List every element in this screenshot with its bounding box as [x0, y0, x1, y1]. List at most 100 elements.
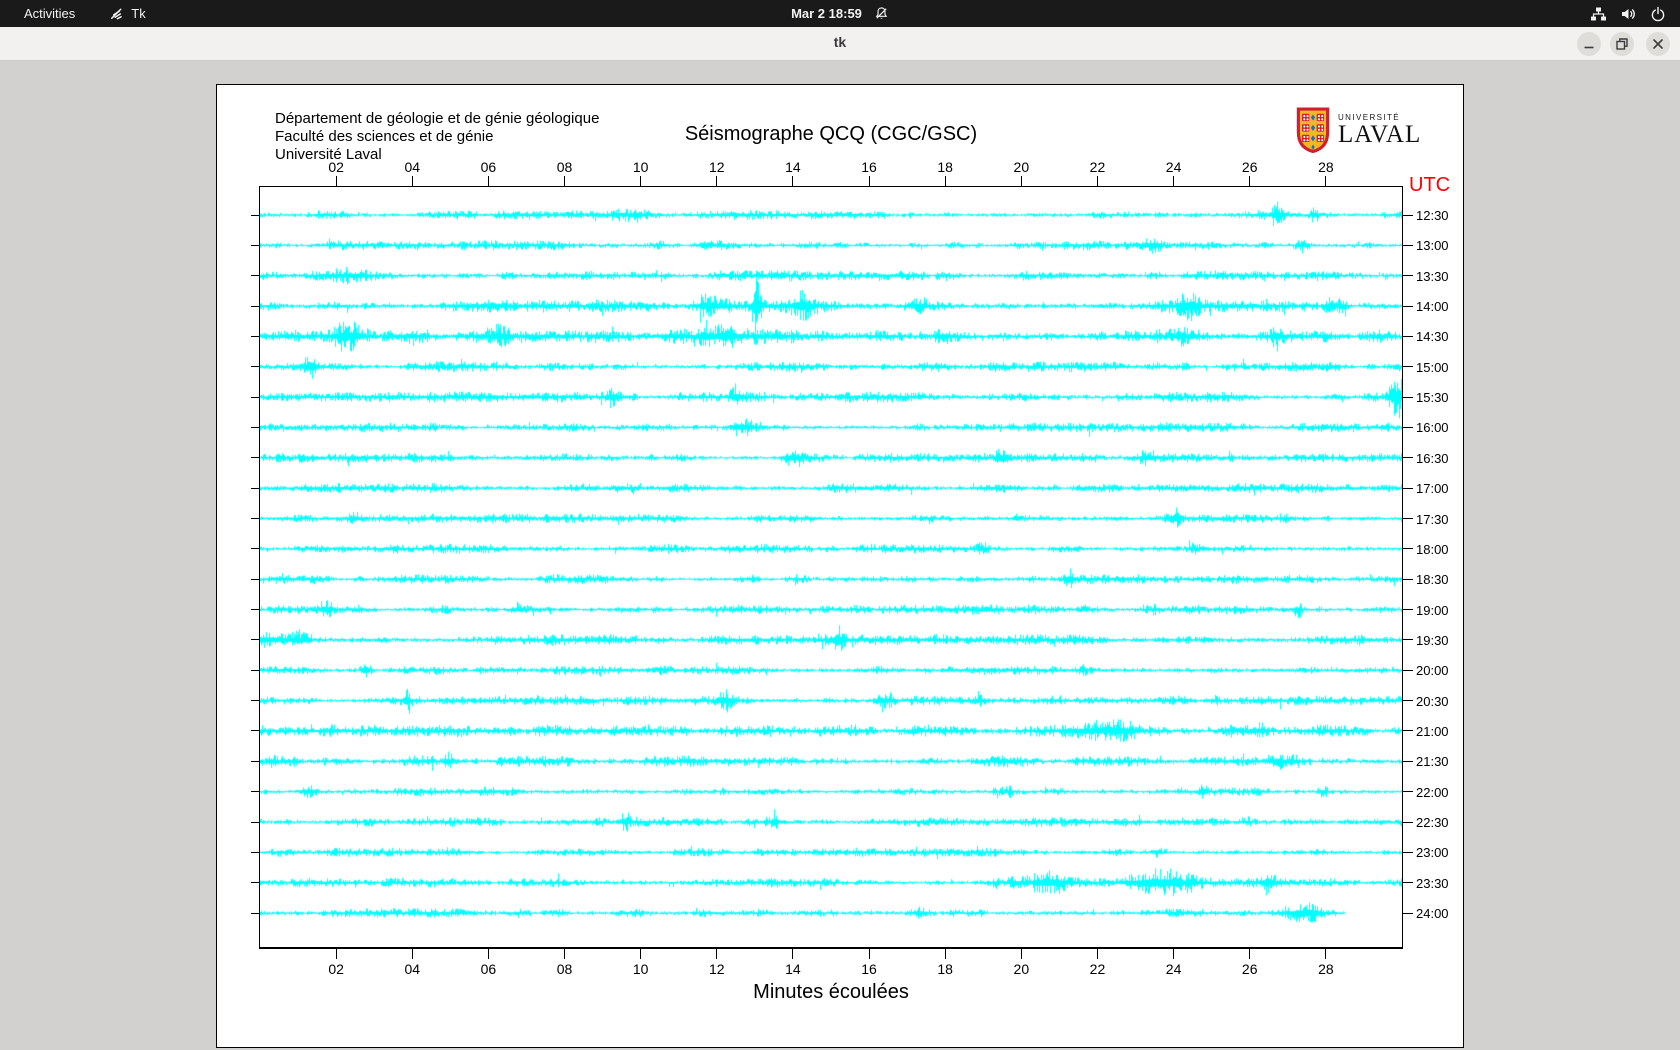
activities-button[interactable]: Activities [18, 4, 81, 23]
x-tick-bottom [640, 949, 642, 959]
x-tick-label-bottom: 20 [1013, 961, 1030, 977]
trace-right-tick [1403, 426, 1413, 428]
trace-right-tick [1403, 335, 1413, 337]
x-tick-bottom [1020, 949, 1022, 959]
x-tick-bottom [1096, 949, 1098, 959]
x-tick-label-top: 16 [861, 159, 877, 175]
x-tick-bottom [716, 949, 718, 959]
trace-left-tick [251, 335, 259, 337]
seismic-traces [260, 187, 1402, 947]
seismograph-canvas: Département de géologie et de génie géol… [216, 84, 1464, 1048]
utc-label: UTC [1409, 174, 1451, 196]
minimize-button[interactable] [1577, 32, 1601, 56]
trace-right-tick [1403, 578, 1413, 580]
trace-left-tick [251, 366, 259, 368]
time-label: 16:30 [1416, 450, 1449, 466]
time-label: 14:00 [1416, 299, 1449, 315]
trace-left-tick [251, 821, 259, 823]
trace-right-tick [1403, 882, 1413, 884]
x-tick-top [1096, 176, 1098, 186]
x-tick-label-top: 12 [709, 159, 725, 175]
x-tick-bottom [487, 949, 489, 959]
x-tick-top [640, 176, 642, 186]
system-status-area[interactable] [1590, 0, 1666, 27]
trace-right-tick [1403, 669, 1413, 671]
trace-right-tick [1403, 639, 1413, 641]
x-tick-label-bottom: 10 [632, 961, 649, 977]
time-label: 17:30 [1416, 511, 1449, 527]
x-tick-bottom [564, 949, 566, 959]
x-tick-label-bottom: 26 [1241, 961, 1258, 977]
plot-title: Séismographe QCQ (CGC/GSC) [684, 123, 978, 145]
x-tick-label-top: 02 [328, 159, 344, 175]
trace-left-tick [251, 851, 259, 853]
trace-right-tick [1403, 518, 1413, 519]
tk-app-label: Tk [131, 6, 146, 21]
time-label: 18:30 [1416, 572, 1449, 588]
x-tick-label-top: 24 [1165, 159, 1182, 175]
clock-menu[interactable]: Mar 2 18:59 [0, 0, 1680, 27]
laval-logo: UNIVERSITÉ LAVAL [1295, 107, 1421, 153]
x-tick-label-bottom: 04 [404, 961, 421, 977]
x-tick-bottom [335, 949, 337, 959]
x-tick-label-bottom: 24 [1165, 961, 1182, 977]
trace-left-tick [251, 669, 259, 671]
x-tick-bottom [411, 949, 413, 959]
trace-left-tick [251, 609, 259, 611]
x-tick-label-bottom: 08 [556, 961, 573, 977]
notifications-disabled-icon [875, 7, 888, 19]
trace-right-tick [1403, 366, 1413, 368]
helicorder-plot [259, 186, 1403, 949]
time-label: 22:00 [1416, 784, 1449, 800]
time-label: 15:00 [1416, 359, 1449, 375]
x-tick-bottom [1249, 949, 1251, 959]
trace-right-tick [1403, 730, 1413, 732]
x-tick-label-top: 04 [404, 159, 421, 175]
trace-right-tick [1403, 457, 1413, 459]
trace-left-tick [251, 426, 259, 428]
x-tick-label-top: 22 [1089, 159, 1106, 175]
time-label: 20:30 [1416, 693, 1449, 709]
x-tick-top [792, 176, 794, 186]
laval-shield-icon [1296, 107, 1330, 153]
trace-left-tick [251, 882, 259, 884]
x-tick-label-bottom: 14 [785, 961, 801, 977]
trace-left-tick [251, 760, 259, 762]
trace-right-tick [1403, 487, 1413, 489]
x-tick-top [1325, 176, 1327, 186]
x-tick-label-top: 18 [937, 159, 953, 175]
restore-button[interactable] [1610, 32, 1634, 56]
trace-right-tick [1403, 305, 1413, 307]
x-tick-top [1249, 176, 1251, 186]
x-tick-top [487, 176, 489, 186]
time-label: 13:00 [1416, 238, 1449, 254]
x-tick-label-top: 20 [1013, 159, 1030, 175]
x-tick-top [1020, 176, 1022, 186]
trace-left-tick [251, 730, 259, 732]
x-tick-top [564, 176, 566, 186]
trace-right-tick [1403, 760, 1413, 762]
window-titlebar: tk [0, 27, 1680, 61]
close-button[interactable] [1646, 32, 1670, 56]
time-label: 24:00 [1416, 906, 1449, 922]
trace-right-tick [1403, 275, 1413, 277]
trace-left-tick [251, 457, 259, 459]
trace-left-tick [251, 487, 259, 489]
x-tick-bottom [792, 949, 794, 959]
trace-right-tick [1403, 791, 1413, 793]
time-label: 12:30 [1416, 208, 1449, 223]
trace-left-tick [251, 578, 259, 580]
x-axis-title: Minutes écoulées [753, 981, 909, 1003]
time-label: 19:00 [1416, 602, 1449, 618]
time-label: 18:00 [1416, 541, 1449, 557]
x-tick-bottom [1173, 949, 1175, 959]
time-label: 16:00 [1416, 420, 1449, 436]
desktop: { "top_bar": { "activities": "Activities… [0, 0, 1680, 1050]
trace-right-tick [1403, 821, 1413, 823]
trace-right-tick [1403, 851, 1413, 853]
trace-right-tick [1403, 214, 1413, 216]
x-tick-bottom [1325, 949, 1327, 959]
clock-label: Mar 2 18:59 [791, 6, 862, 21]
tk-app-indicator[interactable]: Tk [109, 6, 146, 21]
tk-feather-icon [111, 8, 123, 20]
